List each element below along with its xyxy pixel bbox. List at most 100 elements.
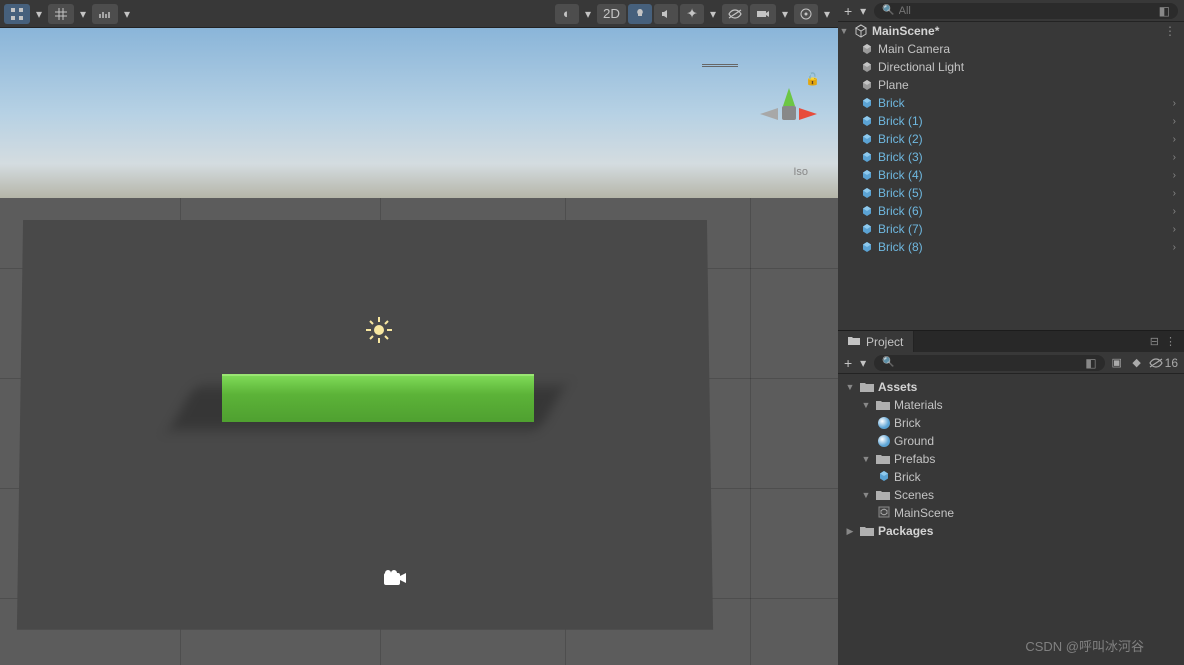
packages-folder[interactable]: ▶ Packages	[838, 522, 1184, 540]
fx-toggle-button[interactable]: ✦	[680, 4, 704, 24]
prefab-icon	[860, 114, 874, 128]
dropdown-icon[interactable]: ▾	[778, 7, 792, 21]
hierarchy-item[interactable]: Plane	[838, 76, 1184, 94]
dropdown-icon[interactable]: ▾	[820, 7, 834, 21]
prefab-icon	[860, 222, 874, 236]
filter-by-label-icon[interactable]: ◆	[1129, 356, 1145, 369]
lock-icon[interactable]: ⊟	[1150, 335, 1159, 348]
drag-handle-icon[interactable]	[702, 64, 738, 67]
grid-snap-button[interactable]	[4, 4, 30, 24]
z-axis-cone[interactable]	[760, 108, 778, 120]
search-filter-icon[interactable]: ◧	[1085, 356, 1096, 370]
orientation-gizmo[interactable]	[754, 78, 824, 148]
foldout-icon[interactable]: ▼	[860, 454, 872, 464]
chevron-right-icon[interactable]: ›	[1173, 98, 1184, 109]
2d-toggle-button[interactable]: 2D	[597, 4, 626, 24]
hierarchy-item-label: Brick (1)	[878, 114, 1169, 128]
shading-mode-button[interactable]: ◐	[555, 4, 579, 24]
hierarchy-item[interactable]: Main Camera	[838, 40, 1184, 58]
hierarchy-item-label: Brick	[878, 96, 1169, 110]
dropdown-icon[interactable]: ▾	[76, 7, 90, 21]
foldout-icon[interactable]: ▶	[844, 526, 856, 537]
chevron-right-icon[interactable]: ›	[1173, 170, 1184, 181]
hierarchy-item[interactable]: Brick (8)›	[838, 238, 1184, 256]
audio-toggle-button[interactable]	[654, 4, 678, 24]
chevron-right-icon[interactable]: ›	[1173, 134, 1184, 145]
create-asset-button[interactable]: +	[844, 355, 852, 371]
create-button[interactable]: +	[844, 3, 852, 19]
project-search-input[interactable]	[899, 357, 1082, 369]
y-axis-cone[interactable]	[783, 88, 795, 106]
chevron-right-icon[interactable]: ›	[1173, 152, 1184, 163]
folder-icon	[876, 400, 890, 411]
dropdown-icon[interactable]: ▾	[856, 4, 870, 18]
lighting-toggle-button[interactable]	[628, 4, 652, 24]
hierarchy-item[interactable]: Brick (5)›	[838, 184, 1184, 202]
prefab-icon	[860, 240, 874, 254]
camera-settings-button[interactable]	[750, 4, 776, 24]
foldout-icon[interactable]: ▼	[844, 382, 856, 392]
scene-toolbar: ▾ ▾ ▾ ◐ ▾ 2D ✦ ▾ ▾	[0, 0, 838, 28]
chevron-right-icon[interactable]: ›	[1173, 188, 1184, 199]
hierarchy-item[interactable]: Brick (1) ›	[838, 112, 1184, 130]
foldout-icon[interactable]: ▼	[860, 490, 872, 500]
scene-row[interactable]: ▼ MainScene* ⋮	[838, 22, 1184, 40]
grid-toggle-button[interactable]	[48, 4, 74, 24]
hierarchy-toolbar: + ▾ 🔍 ◧	[838, 0, 1184, 22]
brick-object[interactable]	[222, 374, 534, 422]
dropdown-icon[interactable]: ▾	[706, 7, 720, 21]
search-filter-icon[interactable]: ◧	[1159, 4, 1170, 18]
gizmos-button[interactable]	[794, 4, 818, 24]
folder-icon	[876, 490, 890, 501]
scene-icon	[854, 24, 868, 38]
chevron-right-icon[interactable]: ›	[1173, 224, 1184, 235]
tab-menu-icon[interactable]: ⋮	[1165, 335, 1176, 348]
gameobject-icon	[860, 60, 874, 74]
hierarchy-search[interactable]: 🔍 ◧	[874, 3, 1178, 19]
asset-label: Ground	[894, 434, 934, 448]
project-tab[interactable]: Project	[838, 331, 914, 352]
hierarchy-search-input[interactable]	[899, 5, 1155, 17]
project-search[interactable]: 🔍 ◧	[874, 355, 1104, 371]
folder-label: Packages	[878, 524, 933, 538]
hierarchy-item[interactable]: Brick ›	[838, 94, 1184, 112]
search-icon: 🔍	[882, 5, 894, 16]
chevron-right-icon[interactable]: ›	[1173, 116, 1184, 127]
hidden-count[interactable]: 16	[1149, 356, 1178, 370]
material-item[interactable]: Ground	[838, 432, 1184, 450]
scene-file-item[interactable]: MainScene	[838, 504, 1184, 522]
dropdown-icon[interactable]: ▾	[120, 7, 134, 21]
snap-increment-button[interactable]	[92, 4, 118, 24]
filter-by-type-icon[interactable]: ▣	[1109, 356, 1125, 369]
materials-folder[interactable]: ▼ Materials	[838, 396, 1184, 414]
projection-label[interactable]: Iso	[793, 166, 808, 178]
hierarchy-item[interactable]: Brick (7)›	[838, 220, 1184, 238]
material-item[interactable]: Brick	[838, 414, 1184, 432]
chevron-right-icon[interactable]: ›	[1173, 206, 1184, 217]
chevron-right-icon[interactable]: ›	[1173, 242, 1184, 253]
foldout-icon[interactable]: ▼	[860, 400, 872, 410]
scene-menu-icon[interactable]: ⋮	[1164, 24, 1184, 38]
project-tab-bar: Project ⊟ ⋮	[838, 330, 1184, 352]
hierarchy-item[interactable]: Brick (6)›	[838, 202, 1184, 220]
light-gizmo-icon[interactable]	[364, 315, 394, 345]
prefabs-folder[interactable]: ▼ Prefabs	[838, 450, 1184, 468]
scenes-folder[interactable]: ▼ Scenes	[838, 486, 1184, 504]
assets-folder[interactable]: ▼ Assets	[838, 378, 1184, 396]
prefab-icon	[860, 186, 874, 200]
hierarchy-item[interactable]: Brick (2)›	[838, 130, 1184, 148]
hierarchy-item[interactable]: Brick (4)›	[838, 166, 1184, 184]
foldout-icon[interactable]: ▼	[838, 26, 850, 36]
dropdown-icon[interactable]: ▾	[856, 356, 870, 370]
hierarchy-item[interactable]: Directional Light	[838, 58, 1184, 76]
visibility-toggle-button[interactable]	[722, 4, 748, 24]
camera-gizmo-icon[interactable]	[380, 568, 410, 588]
gameobject-icon	[860, 42, 874, 56]
dropdown-icon[interactable]: ▾	[32, 7, 46, 21]
scene-viewport[interactable]: 🔓 Iso	[0, 28, 838, 665]
hierarchy-item[interactable]: Brick (3)›	[838, 148, 1184, 166]
x-axis-cone[interactable]	[799, 108, 817, 120]
dropdown-icon[interactable]: ▾	[581, 7, 595, 21]
prefab-item[interactable]: Brick	[838, 468, 1184, 486]
project-tab-label: Project	[866, 335, 903, 349]
